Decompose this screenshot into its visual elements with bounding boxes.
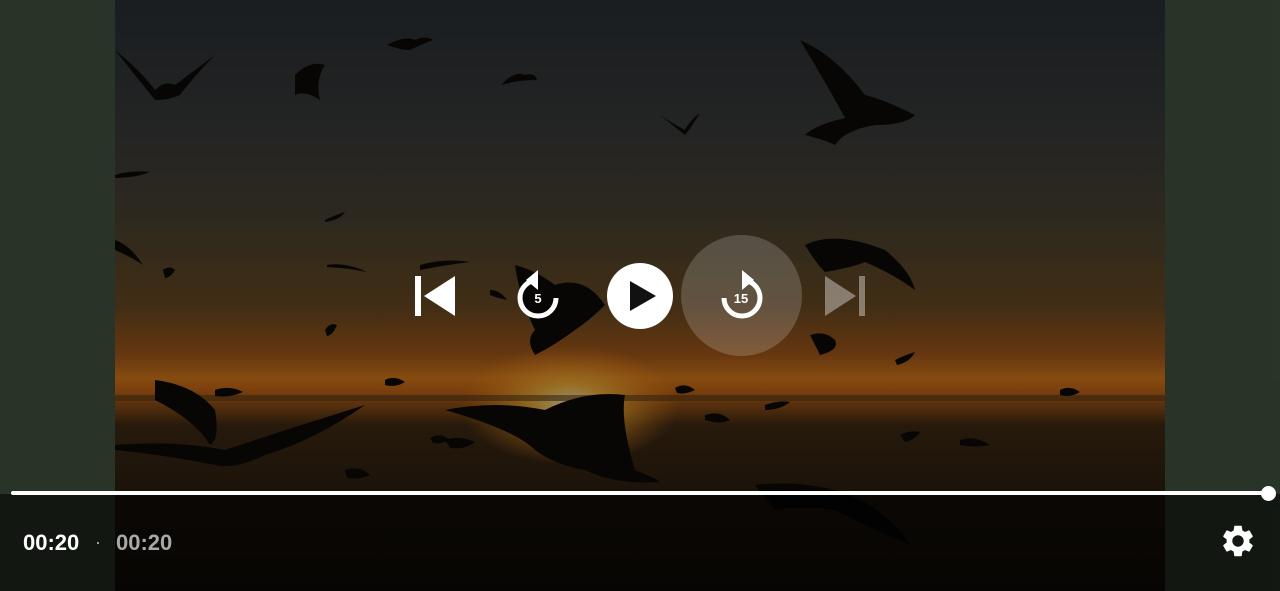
skip-previous-icon [415,276,455,316]
play-icon [630,281,656,311]
duration-time: 00:20 [116,530,173,555]
rewind-seconds-label: 5 [534,291,542,306]
forward-button[interactable]: 15 [681,235,802,356]
current-time: 00:20 [23,530,80,555]
skip-previous-button[interactable] [410,275,462,317]
bottom-control-bar [0,494,1280,591]
transport-controls: 5 15 [0,235,1280,357]
play-button[interactable] [607,263,673,329]
rewind-button[interactable]: 5 [508,266,568,326]
progress-bar[interactable] [11,491,1269,495]
skip-next-icon [825,276,865,316]
forward-seconds-label: 15 [733,291,749,306]
time-separator: · [95,532,101,552]
progress-thumb[interactable] [1261,486,1276,501]
gear-icon [1223,525,1253,557]
skip-next-button[interactable] [818,275,870,317]
settings-button[interactable] [1219,522,1257,560]
